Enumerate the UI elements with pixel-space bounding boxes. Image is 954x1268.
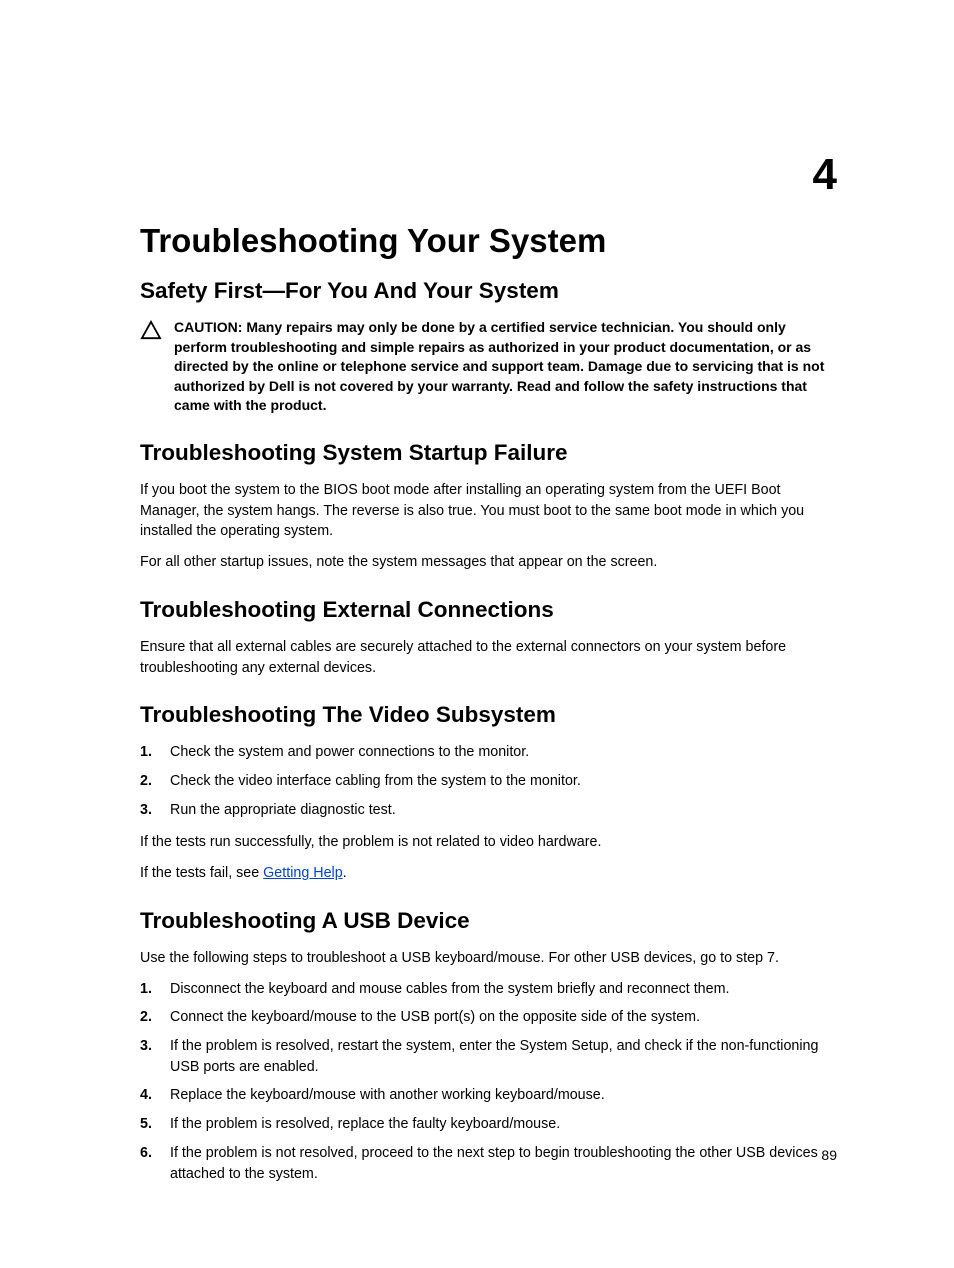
paragraph: Use the following steps to troubleshoot … <box>140 948 837 969</box>
heading-safety: Safety First—For You And Your System <box>140 278 837 304</box>
text-span: If the tests fail, see <box>140 865 263 881</box>
page-title: Troubleshooting Your System <box>140 222 837 260</box>
getting-help-link[interactable]: Getting Help <box>263 865 342 881</box>
page-content: Troubleshooting Your System Safety First… <box>0 0 954 1256</box>
heading-external-connections: Troubleshooting External Connections <box>140 597 837 623</box>
caution-block: CAUTION: Many repairs may only be done b… <box>140 318 837 416</box>
list-item: Connect the keyboard/mouse to the USB po… <box>140 1007 837 1028</box>
list-item: If the problem is resolved, replace the … <box>140 1114 837 1135</box>
ordered-list-video: Check the system and power connections t… <box>140 742 837 820</box>
list-item: If the problem is resolved, restart the … <box>140 1036 837 1077</box>
page-number: 89 <box>821 1147 837 1163</box>
list-item: If the problem is not resolved, proceed … <box>140 1143 837 1184</box>
chapter-number: 4 <box>813 150 837 200</box>
heading-startup-failure: Troubleshooting System Startup Failure <box>140 440 837 466</box>
list-item: Replace the keyboard/mouse with another … <box>140 1085 837 1106</box>
list-item: Check the system and power connections t… <box>140 742 837 763</box>
list-item: Disconnect the keyboard and mouse cables… <box>140 979 837 1000</box>
paragraph: If the tests run successfully, the probl… <box>140 832 837 853</box>
list-item: Run the appropriate diagnostic test. <box>140 800 837 821</box>
paragraph: Ensure that all external cables are secu… <box>140 637 837 678</box>
caution-text: CAUTION: Many repairs may only be done b… <box>174 318 837 416</box>
list-item: Check the video interface cabling from t… <box>140 771 837 792</box>
paragraph: If you boot the system to the BIOS boot … <box>140 480 837 542</box>
paragraph: For all other startup issues, note the s… <box>140 552 837 573</box>
heading-video-subsystem: Troubleshooting The Video Subsystem <box>140 702 837 728</box>
heading-usb-device: Troubleshooting A USB Device <box>140 908 837 934</box>
caution-triangle-icon <box>140 320 162 340</box>
text-span: . <box>343 865 347 881</box>
ordered-list-usb: Disconnect the keyboard and mouse cables… <box>140 979 837 1185</box>
paragraph: If the tests fail, see Getting Help. <box>140 863 837 884</box>
